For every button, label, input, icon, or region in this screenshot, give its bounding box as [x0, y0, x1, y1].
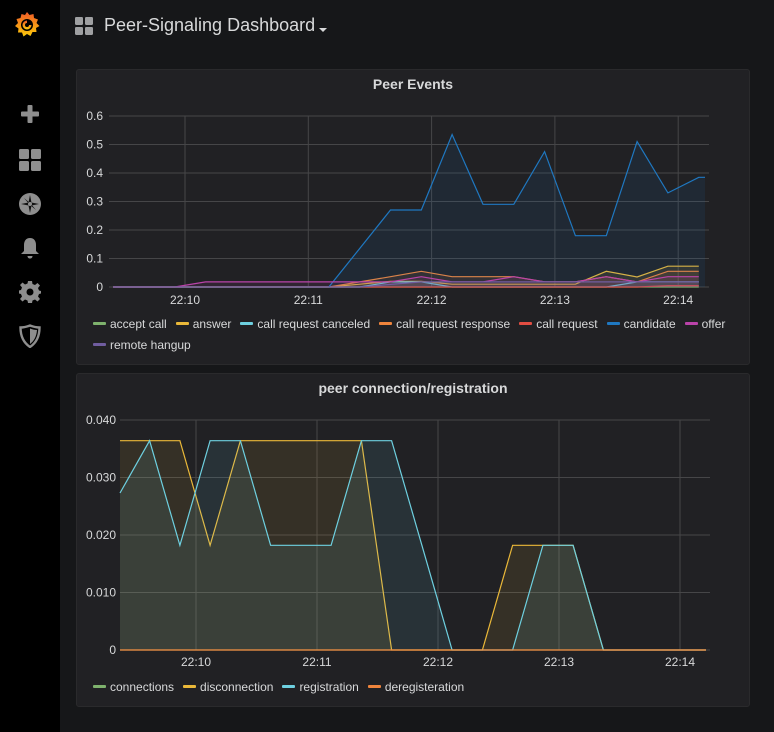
legend-swatch-icon	[240, 322, 254, 326]
legend-swatch-icon	[379, 322, 393, 326]
x-tick-label: 22:10	[181, 655, 211, 669]
legend-label: offer	[701, 317, 726, 331]
side-menu	[0, 0, 60, 732]
x-tick-label: 22:12	[423, 655, 453, 669]
bell-icon[interactable]	[18, 236, 42, 260]
y-tick-label: 0.5	[86, 138, 103, 152]
y-tick-label: 0.6	[86, 109, 103, 123]
legend-swatch-icon	[183, 685, 197, 689]
legend-swatch-icon	[282, 685, 296, 689]
y-tick-label: 0	[109, 643, 116, 657]
gear-icon[interactable]	[18, 280, 42, 304]
legend-swatch-icon	[367, 685, 381, 689]
legend-label: connections	[110, 680, 175, 694]
x-tick-label: 22:14	[665, 655, 695, 669]
y-tick-label: 0.1	[86, 252, 103, 266]
legend-label: candidate	[623, 317, 676, 331]
shield-icon[interactable]	[18, 324, 42, 348]
caret-down-icon[interactable]	[319, 28, 327, 32]
legend-item[interactable]: call request canceled	[240, 314, 370, 335]
compass-icon[interactable]	[18, 192, 42, 216]
y-tick-label: 0.010	[86, 586, 116, 600]
legend-label: registration	[299, 680, 359, 694]
panel-peer-events: Peer Events 0 0.1 0.2 0.3 0.4 0.5 0.6 22:10 22:1…	[76, 69, 750, 365]
legend-item[interactable]: accept call	[93, 314, 167, 335]
legend-swatch-icon	[93, 322, 106, 326]
plus-icon[interactable]	[18, 102, 42, 126]
x-tick-label: 22:14	[663, 293, 693, 307]
chart-legend: connections disconnection registration dere…	[93, 677, 739, 698]
legend-swatch-icon	[93, 343, 106, 347]
y-tick-label: 0.2	[86, 223, 103, 237]
legend-label: call request	[536, 317, 598, 331]
dashboard-grid-icon	[75, 17, 93, 35]
dashboard-navbar: Peer-Signaling Dashboard	[60, 0, 774, 55]
series-area-candidate	[113, 134, 706, 287]
series-area-registration	[120, 440, 706, 650]
panel-peer-connection-registration: peer connection/registration 0 0.010 0.020…	[76, 373, 750, 707]
legend-label: disconnection	[200, 680, 274, 694]
legend-item[interactable]: candidate	[606, 314, 676, 335]
legend-item[interactable]: connections	[93, 677, 174, 698]
legend-swatch-icon	[519, 322, 533, 326]
legend-item[interactable]: answer	[175, 314, 232, 335]
x-tick-label: 22:13	[540, 293, 570, 307]
legend-item[interactable]: remote hangup	[93, 335, 191, 356]
legend-swatch-icon	[684, 322, 698, 326]
legend-swatch-icon	[175, 322, 189, 326]
x-tick-label: 22:11	[294, 293, 323, 307]
legend-label: call request response	[396, 317, 511, 331]
legend-label: accept call	[110, 317, 167, 331]
legend-label: remote hangup	[110, 338, 191, 352]
y-tick-label: 0.020	[86, 528, 116, 542]
grafana-logo-icon[interactable]	[12, 10, 42, 40]
y-tick-label: 0.3	[86, 195, 103, 209]
legend-swatch-icon	[606, 322, 620, 326]
y-tick-label: 0.030	[86, 471, 116, 485]
x-tick-label: 22:12	[417, 293, 447, 307]
y-tick-label: 0.4	[86, 166, 103, 180]
x-tick-label: 22:13	[544, 655, 574, 669]
legend-item[interactable]: offer	[684, 314, 726, 335]
x-tick-label: 22:11	[302, 655, 331, 669]
legend-item[interactable]: call request response	[379, 314, 510, 335]
y-tick-label: 0.040	[86, 413, 116, 427]
legend-label: deregisteration	[384, 680, 465, 694]
chart-legend: accept call answer call request canceled ca…	[93, 314, 739, 356]
legend-item[interactable]: call request	[519, 314, 598, 335]
y-tick-label: 0	[96, 280, 103, 294]
dashboard-title[interactable]: Peer-Signaling Dashboard	[104, 15, 315, 36]
dashboards-icon[interactable]	[18, 148, 42, 172]
legend-label: answer	[192, 317, 232, 331]
peer-connection-chart: 0 0.010 0.020 0.030 0.040 22:10 22:11 22:12 22:1…	[86, 413, 710, 669]
legend-item[interactable]: deregisteration	[367, 677, 465, 698]
legend-swatch-icon	[93, 685, 106, 689]
legend-item[interactable]: disconnection	[183, 677, 273, 698]
legend-item[interactable]: registration	[282, 677, 359, 698]
legend-label: call request canceled	[257, 317, 371, 331]
x-tick-label: 22:10	[170, 293, 200, 307]
